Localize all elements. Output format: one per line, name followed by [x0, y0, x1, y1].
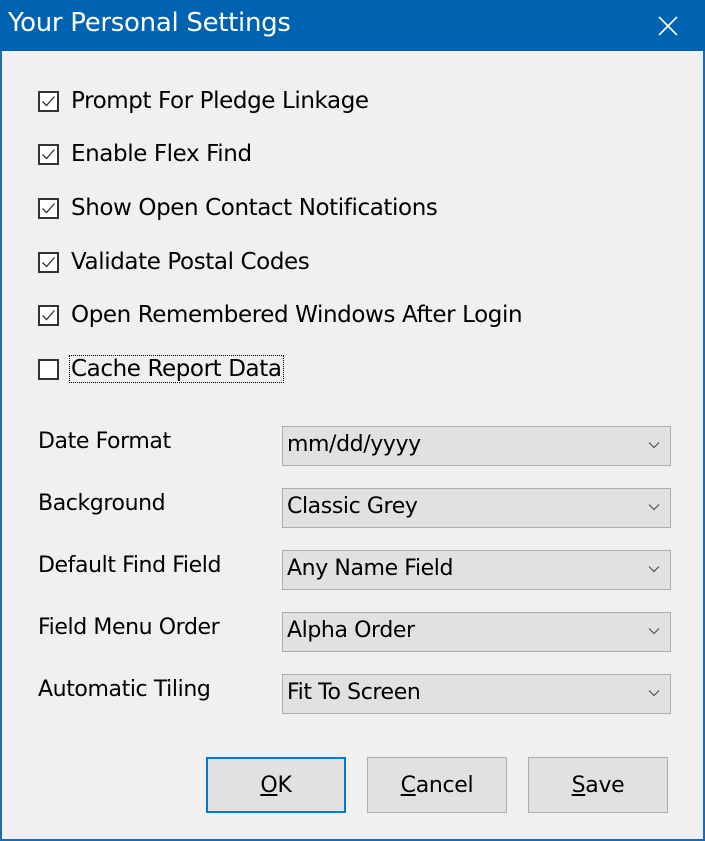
chevron-down-icon	[648, 628, 660, 635]
select-value: Fit To Screen	[287, 680, 421, 705]
checkbox-open-remembered-windows[interactable]: Open Remembered Windows After Login	[38, 300, 523, 330]
default-find-field-label: Default Find Field	[38, 553, 222, 578]
background-label: Background	[38, 491, 166, 516]
checkbox-label: Open Remembered Windows After Login	[71, 302, 523, 328]
checkbox[interactable]	[38, 197, 59, 219]
chevron-down-icon	[648, 442, 660, 449]
ok-button[interactable]: OK	[206, 757, 346, 813]
checkbox-validate-postal-codes[interactable]: Validate Postal Codes	[38, 247, 310, 277]
automatic-tiling-select[interactable]: Fit To Screen	[282, 674, 671, 714]
checkbox[interactable]	[38, 358, 59, 380]
ok-mnemonic: O	[260, 772, 278, 798]
settings-dialog: Your Personal Settings Prompt For Pledge…	[0, 0, 705, 841]
checkmark-icon	[42, 148, 55, 159]
checkbox-label: Prompt For Pledge Linkage	[71, 88, 369, 114]
cancel-mnemonic: C	[400, 772, 416, 798]
chevron-down-icon	[648, 504, 660, 511]
automatic-tiling-label: Automatic Tiling	[38, 677, 211, 702]
checkbox-label: Show Open Contact Notifications	[71, 195, 438, 221]
select-value: Alpha Order	[287, 618, 415, 643]
select-value: Classic Grey	[287, 494, 418, 519]
date-format-select[interactable]: mm/dd/yyyy	[282, 426, 671, 466]
checkbox-enable-flex-find[interactable]: Enable Flex Find	[38, 139, 253, 169]
checkbox-label: Validate Postal Codes	[71, 249, 310, 275]
checkmark-icon	[42, 309, 55, 320]
cancel-label-rest: ancel	[415, 772, 474, 798]
chevron-down-icon	[648, 690, 660, 697]
checkbox-label: Enable Flex Find	[71, 141, 252, 167]
save-button[interactable]: Save	[528, 757, 668, 813]
checkbox[interactable]	[38, 304, 59, 326]
close-icon	[658, 15, 678, 36]
chevron-down-icon	[648, 566, 660, 573]
checkbox-label: Cache Report Data	[69, 355, 284, 383]
save-mnemonic: S	[571, 772, 586, 798]
cancel-button[interactable]: Cancel	[367, 757, 507, 813]
save-label-rest: ave	[585, 772, 625, 798]
checkbox[interactable]	[38, 90, 59, 112]
title-bar[interactable]: Your Personal Settings	[0, 0, 705, 51]
checkmark-icon	[42, 256, 55, 267]
select-value: Any Name Field	[287, 556, 454, 581]
checkbox-prompt-pledge-linkage[interactable]: Prompt For Pledge Linkage	[38, 86, 370, 116]
select-value: mm/dd/yyyy	[287, 432, 421, 457]
checkbox[interactable]	[38, 251, 59, 273]
checkmark-icon	[42, 202, 55, 213]
checkmark-icon	[42, 95, 55, 106]
checkbox-show-open-contact-notifications[interactable]: Show Open Contact Notifications	[38, 193, 438, 223]
dialog-title: Your Personal Settings	[8, 8, 291, 38]
date-format-label: Date Format	[38, 429, 171, 454]
checkbox-cache-report-data[interactable]: Cache Report Data	[38, 354, 284, 384]
checkbox[interactable]	[38, 143, 59, 165]
background-select[interactable]: Classic Grey	[282, 488, 671, 528]
close-button[interactable]	[645, 0, 691, 51]
default-find-field-select[interactable]: Any Name Field	[282, 550, 671, 590]
field-menu-order-select[interactable]: Alpha Order	[282, 612, 671, 652]
ok-label-rest: K	[277, 772, 292, 798]
field-menu-order-label: Field Menu Order	[38, 615, 220, 640]
